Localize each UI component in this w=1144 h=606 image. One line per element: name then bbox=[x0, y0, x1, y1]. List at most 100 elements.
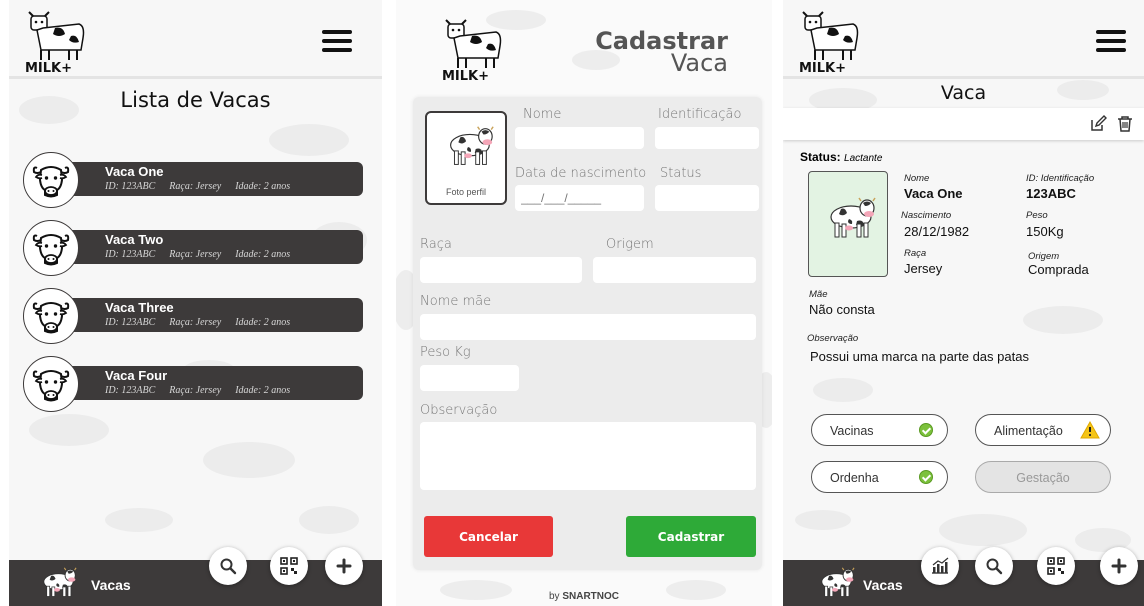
plus-icon bbox=[1111, 558, 1127, 574]
register-cow-screen: Cadastrar Vaca Foto perfil Nome Identifi… bbox=[396, 0, 772, 606]
cow-name: Vaca Two bbox=[105, 232, 164, 247]
cow-nav-icon[interactable] bbox=[35, 564, 79, 604]
cow-head-icon bbox=[23, 356, 79, 412]
weight-label: Peso Kg bbox=[420, 345, 471, 360]
footer-prefix: by bbox=[548, 591, 563, 602]
cow-meta: ID: 123ABC Raça: Jersey Idade: 2 anos bbox=[105, 181, 304, 192]
page-title: Cadastrar Vaca bbox=[595, 29, 728, 77]
id-value: 123ABC bbox=[1026, 186, 1076, 201]
nav-label[interactable]: Vacas bbox=[863, 577, 903, 593]
detail-toolbar bbox=[783, 108, 1144, 140]
birth-value: 28/12/1982 bbox=[904, 224, 970, 239]
weight-input[interactable] bbox=[420, 365, 519, 391]
status-input[interactable] bbox=[655, 185, 759, 211]
origin-label: Origem bbox=[1028, 251, 1060, 262]
mother-name-input[interactable] bbox=[420, 314, 756, 340]
milking-button[interactable]: Ordenha bbox=[811, 461, 948, 493]
photo-caption: Foto perfil bbox=[445, 187, 487, 197]
add-cow-button[interactable] bbox=[325, 547, 363, 585]
cow-photo bbox=[808, 171, 888, 277]
cow-nav-icon[interactable] bbox=[813, 564, 857, 604]
cow-age: Idade: 2 anos bbox=[235, 249, 291, 260]
cow-age: Idade: 2 anos bbox=[235, 317, 291, 328]
trash-icon[interactable] bbox=[1116, 115, 1134, 133]
add-button[interactable] bbox=[1100, 547, 1138, 585]
submit-button[interactable]: Cadastrar bbox=[626, 516, 756, 557]
name-label: Nome bbox=[523, 107, 562, 122]
birthdate-label: Data de nascimento bbox=[515, 166, 647, 181]
notes-textarea[interactable] bbox=[420, 422, 756, 490]
page-title-line2: Vaca bbox=[670, 49, 728, 77]
header-divider bbox=[9, 76, 382, 79]
weight-label: Peso bbox=[1026, 210, 1048, 221]
gestation-button[interactable]: Gestação bbox=[975, 461, 1111, 493]
cow-list-item[interactable]: Vaca Two ID: 123ABC Raça: Jersey Idade: 2 … bbox=[23, 220, 363, 276]
status-value: Lactante bbox=[844, 153, 883, 164]
breed-label: Raça bbox=[420, 237, 452, 252]
qr-code-icon bbox=[280, 557, 298, 575]
qr-code-button[interactable] bbox=[1037, 547, 1075, 585]
cow-head-icon bbox=[23, 152, 79, 208]
edit-icon[interactable] bbox=[1089, 115, 1107, 133]
cow-detail-screen: Vaca Status: Lactante Nome Vaca One ID: … bbox=[783, 0, 1144, 606]
gestation-label: Gestação bbox=[1016, 471, 1070, 485]
name-input[interactable] bbox=[515, 127, 644, 149]
check-icon bbox=[919, 423, 933, 437]
search-button[interactable] bbox=[975, 547, 1013, 585]
footer-brand: SNARTNOC bbox=[562, 591, 619, 602]
feeding-button[interactable]: Alimentação bbox=[975, 414, 1111, 446]
cow-breed: Raça: Jersey bbox=[169, 385, 222, 396]
cow-meta: ID: 123ABC Raça: Jersey Idade: 2 anos bbox=[105, 317, 304, 328]
cow-id: ID: 123ABC bbox=[105, 249, 156, 260]
breed-value: Jersey bbox=[904, 261, 943, 276]
cow-breed: Raça: Jersey bbox=[169, 249, 222, 260]
cow-age: Idade: 2 anos bbox=[235, 385, 291, 396]
search-icon bbox=[986, 558, 1003, 575]
profile-photo-picker[interactable]: Foto perfil bbox=[425, 111, 507, 205]
stats-button[interactable] bbox=[921, 547, 959, 585]
mother-label: Mãe bbox=[809, 289, 828, 300]
cancel-button[interactable]: Cancelar bbox=[424, 516, 553, 557]
search-icon bbox=[220, 558, 237, 575]
cow-name: Vaca Three bbox=[105, 300, 174, 315]
breed-input[interactable] bbox=[420, 257, 582, 283]
menu-icon[interactable] bbox=[322, 30, 352, 52]
cow-list-item[interactable]: Vaca One ID: 123ABC Raça: Jersey Idade: 2 … bbox=[23, 152, 363, 208]
qr-code-icon bbox=[1047, 557, 1065, 575]
cow-name: Vaca Four bbox=[105, 368, 168, 383]
cow-age: Idade: 2 anos bbox=[235, 181, 291, 192]
register-form-card: Foto perfil Nome Identificação Data de n… bbox=[413, 97, 762, 570]
cow-breed: Raça: Jersey bbox=[169, 181, 222, 192]
search-button[interactable] bbox=[209, 547, 247, 585]
birth-label: Nascimento bbox=[901, 210, 952, 221]
cow-list-item[interactable]: Vaca Three ID: 123ABC Raça: Jersey Idade: … bbox=[23, 288, 363, 344]
footer-credit: by SNARTNOC bbox=[396, 591, 772, 602]
cow-name: Vaca One bbox=[105, 164, 164, 179]
cow-breed: Raça: Jersey bbox=[169, 317, 222, 328]
identification-label: Identificação bbox=[658, 107, 742, 122]
nav-label[interactable]: Vacas bbox=[91, 577, 131, 593]
id-label: ID: Identificação bbox=[1026, 173, 1095, 184]
origin-label: Origem bbox=[606, 237, 654, 252]
cow-meta: ID: 123ABC Raça: Jersey Idade: 2 anos bbox=[105, 385, 304, 396]
qr-code-button[interactable] bbox=[270, 547, 308, 585]
weight-value: 150Kg bbox=[1026, 224, 1064, 239]
cow-id: ID: 123ABC bbox=[105, 385, 156, 396]
birthdate-input[interactable] bbox=[515, 185, 644, 211]
cow-list-screen: Lista de Vacas Vaca One ID: 123ABC Raça: … bbox=[9, 0, 382, 606]
menu-icon[interactable] bbox=[1096, 30, 1126, 52]
cow-list-item[interactable]: Vaca Four ID: 123ABC Raça: Jersey Idade: 2… bbox=[23, 356, 363, 412]
check-icon bbox=[919, 470, 933, 484]
mother-name-label: Nome mãe bbox=[420, 294, 492, 309]
milk-plus-logo bbox=[797, 10, 863, 76]
milk-plus-logo bbox=[23, 10, 89, 76]
milk-plus-logo bbox=[440, 18, 506, 84]
vaccines-button[interactable]: Vacinas bbox=[811, 414, 948, 446]
page-title: Lista de Vacas bbox=[120, 88, 271, 112]
origin-input[interactable] bbox=[593, 257, 756, 283]
name-value: Vaca One bbox=[904, 186, 963, 201]
status-label: Status bbox=[660, 166, 702, 181]
cow-meta: ID: 123ABC Raça: Jersey Idade: 2 anos bbox=[105, 249, 304, 260]
cow-photo-icon bbox=[819, 194, 879, 246]
identification-input[interactable] bbox=[655, 127, 759, 149]
